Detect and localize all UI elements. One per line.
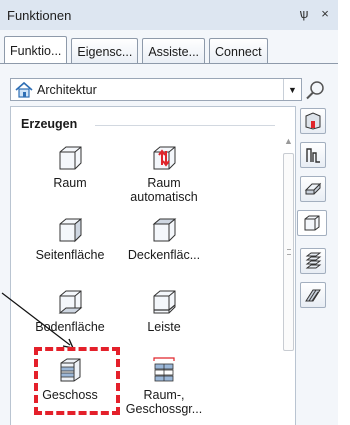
roof-icon (305, 289, 321, 302)
tab-properties[interactable]: Eigensc... (71, 38, 139, 64)
chevron-down-icon[interactable]: ▼ (283, 79, 301, 100)
function-raum[interactable]: Raum (25, 143, 115, 190)
module-select[interactable]: Architektur ▼ (10, 78, 302, 101)
column-profile-icon (306, 148, 320, 163)
group-title: Erzeugen (21, 117, 78, 131)
function-seitenflaeche[interactable]: Seitenfläche (25, 215, 115, 262)
ceiling-surface-icon (152, 218, 177, 242)
close-icon[interactable]: × (318, 7, 332, 21)
sidebar-walls-button[interactable] (300, 108, 326, 134)
function-leiste[interactable]: Leiste (119, 287, 209, 334)
sidebar-slabs-button[interactable] (300, 176, 326, 202)
room-icon (304, 215, 320, 231)
sidebar-columns-button[interactable] (300, 142, 326, 168)
sidebar-roofs-button[interactable] (300, 282, 326, 308)
sidebar-rooms-button[interactable] (297, 210, 327, 236)
function-raum-automatisch[interactable]: Raum automatisch (119, 143, 209, 204)
tab-assistants[interactable]: Assiste... (142, 38, 206, 64)
floor-surface-icon (58, 290, 83, 314)
side-surface-icon (59, 217, 82, 243)
storey-stack-icon (305, 252, 322, 269)
module-select-value: Architektur (37, 82, 97, 97)
room-automatic-icon (153, 146, 176, 170)
group-divider (95, 125, 275, 126)
wall-door-icon (305, 112, 321, 130)
tab-divider (0, 63, 338, 64)
palette-tabs: Funktio... Eigensc... Assiste... Connect (4, 36, 272, 64)
tab-connect[interactable]: Connect (209, 38, 268, 64)
function-deckenflaeche[interactable]: Deckenfläc... (119, 215, 209, 262)
annotation-highlight-box (34, 347, 120, 415)
palette-title: Funktionen (7, 7, 72, 23)
list-scrollbar[interactable]: ▲ (281, 133, 296, 425)
palette-titlebar: Funktionen ѱ × (0, 0, 338, 30)
scrollbar-thumb[interactable] (283, 153, 294, 351)
scroll-up-icon[interactable]: ▲ (284, 136, 293, 146)
room-box-icon (59, 146, 82, 170)
slab-icon (304, 182, 322, 195)
sidebar-storeys-button[interactable] (300, 248, 326, 274)
search-icon[interactable] (304, 79, 326, 101)
tab-functions[interactable]: Funktio... (4, 36, 68, 64)
function-bodenflaeche[interactable]: Bodenfläche (25, 287, 115, 334)
room-storey-group-icon (153, 357, 175, 382)
pin-icon[interactable]: ѱ (297, 7, 311, 21)
home-icon (15, 81, 33, 98)
function-raum-geschossgruppe[interactable]: Raum-, Geschossgr... (119, 355, 209, 416)
skirting-board-icon (153, 290, 176, 314)
